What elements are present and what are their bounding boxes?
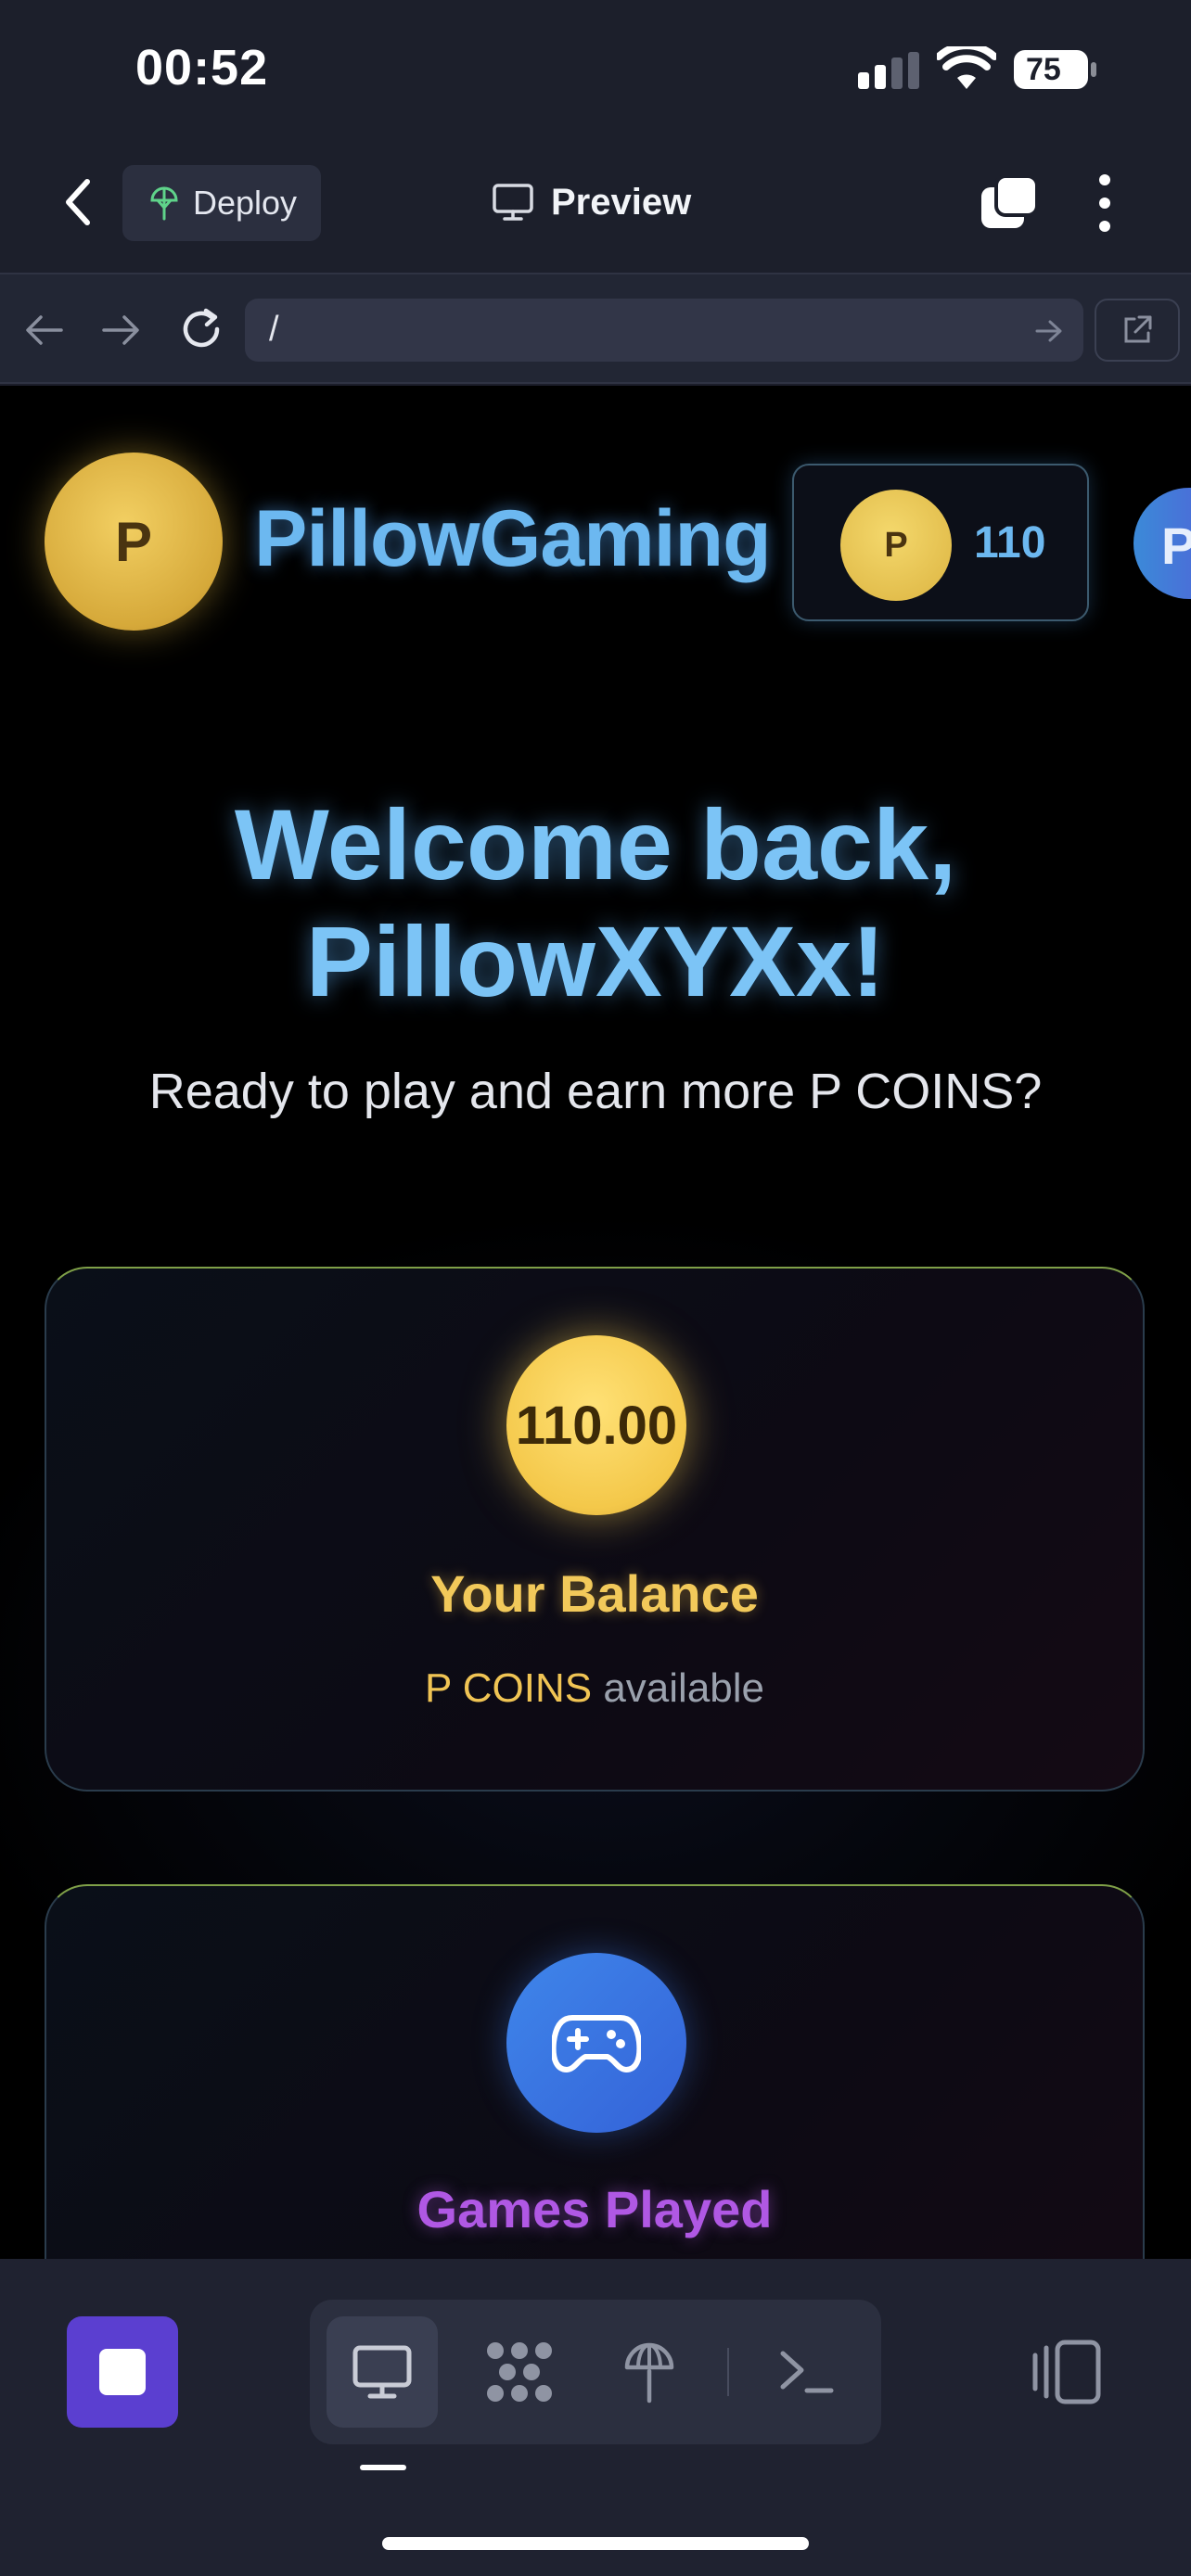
games-icon-circle: [506, 1953, 686, 2133]
stop-button[interactable]: [67, 2316, 178, 2428]
arrow-left-icon[interactable]: [24, 312, 65, 349]
tabs-icon[interactable]: [980, 174, 1039, 230]
preview-title-text: Preview: [551, 181, 692, 223]
welcome-heading: Welcome back, PillowXYXx!: [0, 786, 1191, 1020]
balance-suffix: available: [592, 1665, 765, 1711]
avatar-letter: P: [1161, 516, 1191, 575]
toolbar-divider: [727, 2348, 729, 2396]
open-external-button[interactable]: [1095, 299, 1180, 362]
balance-title: Your Balance: [430, 1564, 759, 1623]
tool-workflows[interactable]: [464, 2316, 575, 2428]
monitor-icon: [352, 2345, 412, 2399]
url-bar[interactable]: /: [245, 299, 1083, 362]
chevron-left-icon[interactable]: [52, 172, 104, 232]
bottom-toolbar: [0, 2259, 1191, 2576]
deploy-icon: [624, 2342, 674, 2404]
web-preview: P PillowGaming P 110 P Welcome back, Pil…: [0, 386, 1191, 2259]
status-time: 00:52: [135, 40, 269, 96]
battery-level: 75: [1026, 52, 1061, 87]
panel-layout-icon[interactable]: [1030, 2335, 1104, 2409]
cellular-signal-icon: [858, 52, 919, 89]
balance-card: 110.00 Your Balance P COINS available: [45, 1267, 1145, 1792]
welcome-line-1: Welcome back,: [234, 788, 957, 900]
battery-indicator: 75: [1013, 48, 1098, 91]
arrow-right-icon[interactable]: [100, 312, 141, 349]
avatar[interactable]: P: [1133, 488, 1191, 599]
coin-balance-chip[interactable]: P 110: [792, 464, 1089, 621]
active-tab-indicator: [360, 2465, 406, 2470]
external-link-icon: [1124, 315, 1152, 343]
wifi-icon: [937, 46, 996, 89]
coin-balance-value: 110: [974, 518, 1046, 567]
go-arrow-icon[interactable]: [1035, 319, 1063, 343]
tool-shell[interactable]: [751, 2316, 863, 2428]
tagline: Ready to play and earn more P COINS?: [148, 1064, 1043, 1119]
balance-currency: P COINS: [424, 1665, 593, 1711]
tool-switcher: [310, 2300, 881, 2444]
deploy-button[interactable]: Deploy: [122, 165, 321, 241]
gamepad-icon: [552, 2015, 641, 2072]
brand-name[interactable]: PillowGaming: [254, 493, 772, 585]
preview-title: Preview: [492, 172, 691, 232]
site-logo[interactable]: P: [45, 453, 223, 631]
games-played-card: Games Played: [45, 1884, 1145, 2259]
browser-bar: /: [0, 273, 1191, 384]
coin-icon: P: [840, 490, 952, 601]
terminal-icon: [780, 2351, 834, 2393]
welcome-line-2: PillowXYXx!: [305, 905, 886, 1017]
balance-amount: 110.00: [506, 1335, 686, 1515]
tool-deploy[interactable]: [594, 2316, 705, 2428]
reload-icon[interactable]: [178, 306, 224, 352]
tool-preview[interactable]: [327, 2316, 438, 2428]
stop-icon: [99, 2349, 146, 2395]
deploy-icon: [150, 186, 178, 221]
balance-subtitle: P COINS available: [46, 1665, 1143, 1712]
nodes-icon: [487, 2342, 552, 2402]
games-played-title: Games Played: [416, 2180, 773, 2238]
deploy-label: Deploy: [193, 184, 298, 222]
status-bar: 00:52 75: [0, 0, 1191, 139]
app-topbar: Deploy Preview: [0, 139, 1191, 273]
monitor-icon: [493, 184, 533, 221]
more-vertical-icon[interactable]: [1091, 172, 1119, 234]
url-text: /: [269, 310, 279, 349]
home-indicator: [382, 2537, 809, 2550]
